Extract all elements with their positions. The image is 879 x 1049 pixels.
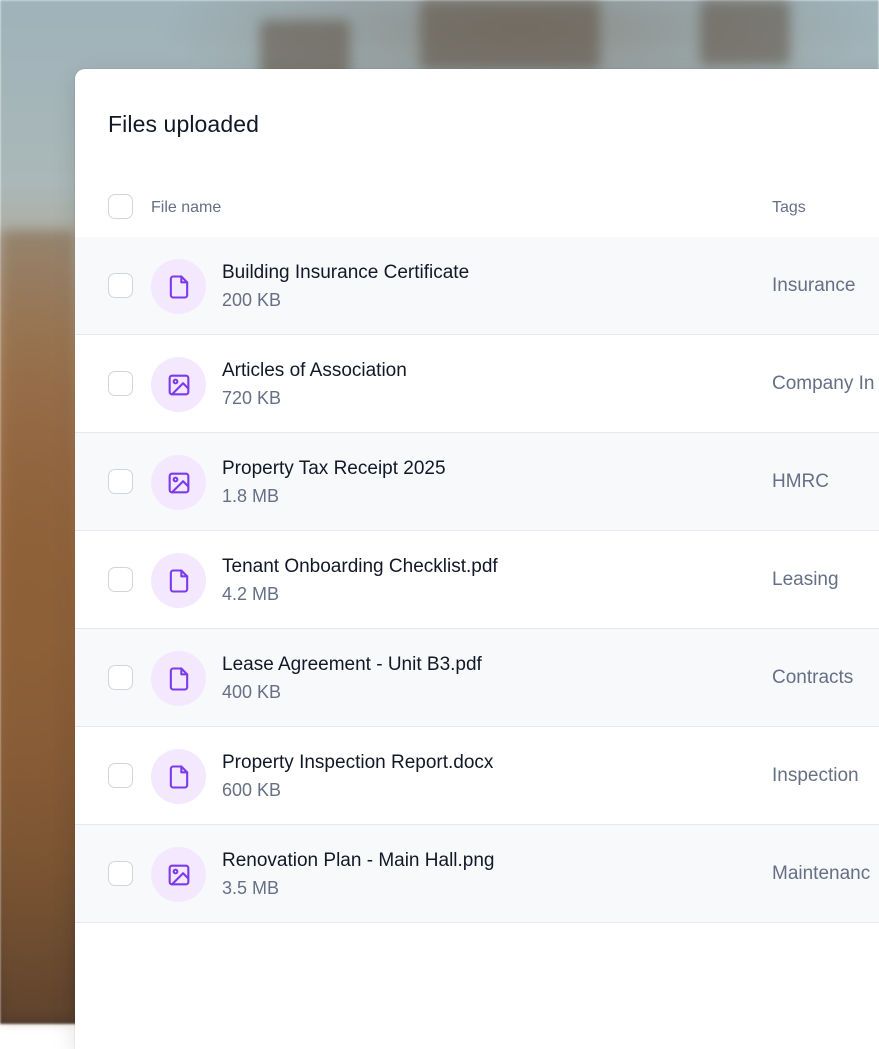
file-name: Tenant Onboarding Checklist.pdf bbox=[222, 556, 498, 577]
image-icon bbox=[151, 455, 206, 510]
background-building bbox=[700, 0, 790, 65]
file-name: Renovation Plan - Main Hall.png bbox=[222, 850, 495, 871]
row-checkbox[interactable] bbox=[108, 861, 133, 886]
table-row[interactable]: Property Inspection Report.docx 600 KB I… bbox=[75, 727, 879, 825]
file-tag: Company In bbox=[772, 373, 875, 394]
table-row[interactable]: Lease Agreement - Unit B3.pdf 400 KB Con… bbox=[75, 629, 879, 727]
row-checkbox[interactable] bbox=[108, 469, 133, 494]
table-row[interactable]: Tenant Onboarding Checklist.pdf 4.2 MB L… bbox=[75, 531, 879, 629]
document-icon bbox=[151, 553, 206, 608]
file-tag: Contracts bbox=[772, 667, 854, 688]
file-name: Building Insurance Certificate bbox=[222, 262, 470, 283]
image-icon bbox=[151, 847, 206, 902]
file-size: 3.5 MB bbox=[222, 878, 280, 898]
column-header-tags[interactable]: Tags bbox=[772, 199, 806, 217]
file-name: Lease Agreement - Unit B3.pdf bbox=[222, 654, 482, 675]
file-tag: Inspection bbox=[772, 765, 859, 786]
file-size: 4.2 MB bbox=[222, 584, 280, 604]
file-size: 200 KB bbox=[222, 290, 282, 310]
row-checkbox[interactable] bbox=[108, 273, 133, 298]
file-size: 720 KB bbox=[222, 388, 282, 408]
file-tag: HMRC bbox=[772, 471, 829, 492]
table-header: File name Tags bbox=[75, 183, 879, 238]
background-building bbox=[420, 0, 600, 70]
file-tag: Leasing bbox=[772, 569, 839, 590]
row-checkbox[interactable] bbox=[108, 763, 133, 788]
panel-title: Files uploaded bbox=[108, 111, 260, 137]
column-header-file-name[interactable]: File name bbox=[151, 199, 221, 217]
file-size: 1.8 MB bbox=[222, 486, 280, 506]
file-tag: Insurance bbox=[772, 275, 856, 296]
row-checkbox[interactable] bbox=[108, 371, 133, 396]
file-list: Building Insurance Certificate 200 KB In… bbox=[75, 237, 879, 923]
table-row[interactable]: Articles of Association 720 KB Company I… bbox=[75, 335, 879, 433]
image-icon bbox=[151, 357, 206, 412]
document-icon bbox=[151, 749, 206, 804]
select-all-checkbox[interactable] bbox=[108, 194, 133, 219]
file-size: 600 KB bbox=[222, 780, 282, 800]
table-row[interactable]: Building Insurance Certificate 200 KB In… bbox=[75, 237, 879, 335]
file-size: 400 KB bbox=[222, 682, 282, 702]
file-name: Property Inspection Report.docx bbox=[222, 752, 494, 773]
files-uploaded-panel: Files uploaded File name Tags Building I… bbox=[75, 69, 879, 1049]
file-tag: Maintenanc bbox=[772, 863, 871, 884]
document-icon bbox=[151, 259, 206, 314]
file-name: Property Tax Receipt 2025 bbox=[222, 458, 446, 479]
document-icon bbox=[151, 651, 206, 706]
table-row[interactable]: Property Tax Receipt 2025 1.8 MB HMRC bbox=[75, 433, 879, 531]
file-name: Articles of Association bbox=[222, 360, 407, 381]
row-checkbox[interactable] bbox=[108, 567, 133, 592]
background-building bbox=[0, 230, 75, 1020]
table-row[interactable]: Renovation Plan - Main Hall.png 3.5 MB M… bbox=[75, 825, 879, 923]
row-checkbox[interactable] bbox=[108, 665, 133, 690]
